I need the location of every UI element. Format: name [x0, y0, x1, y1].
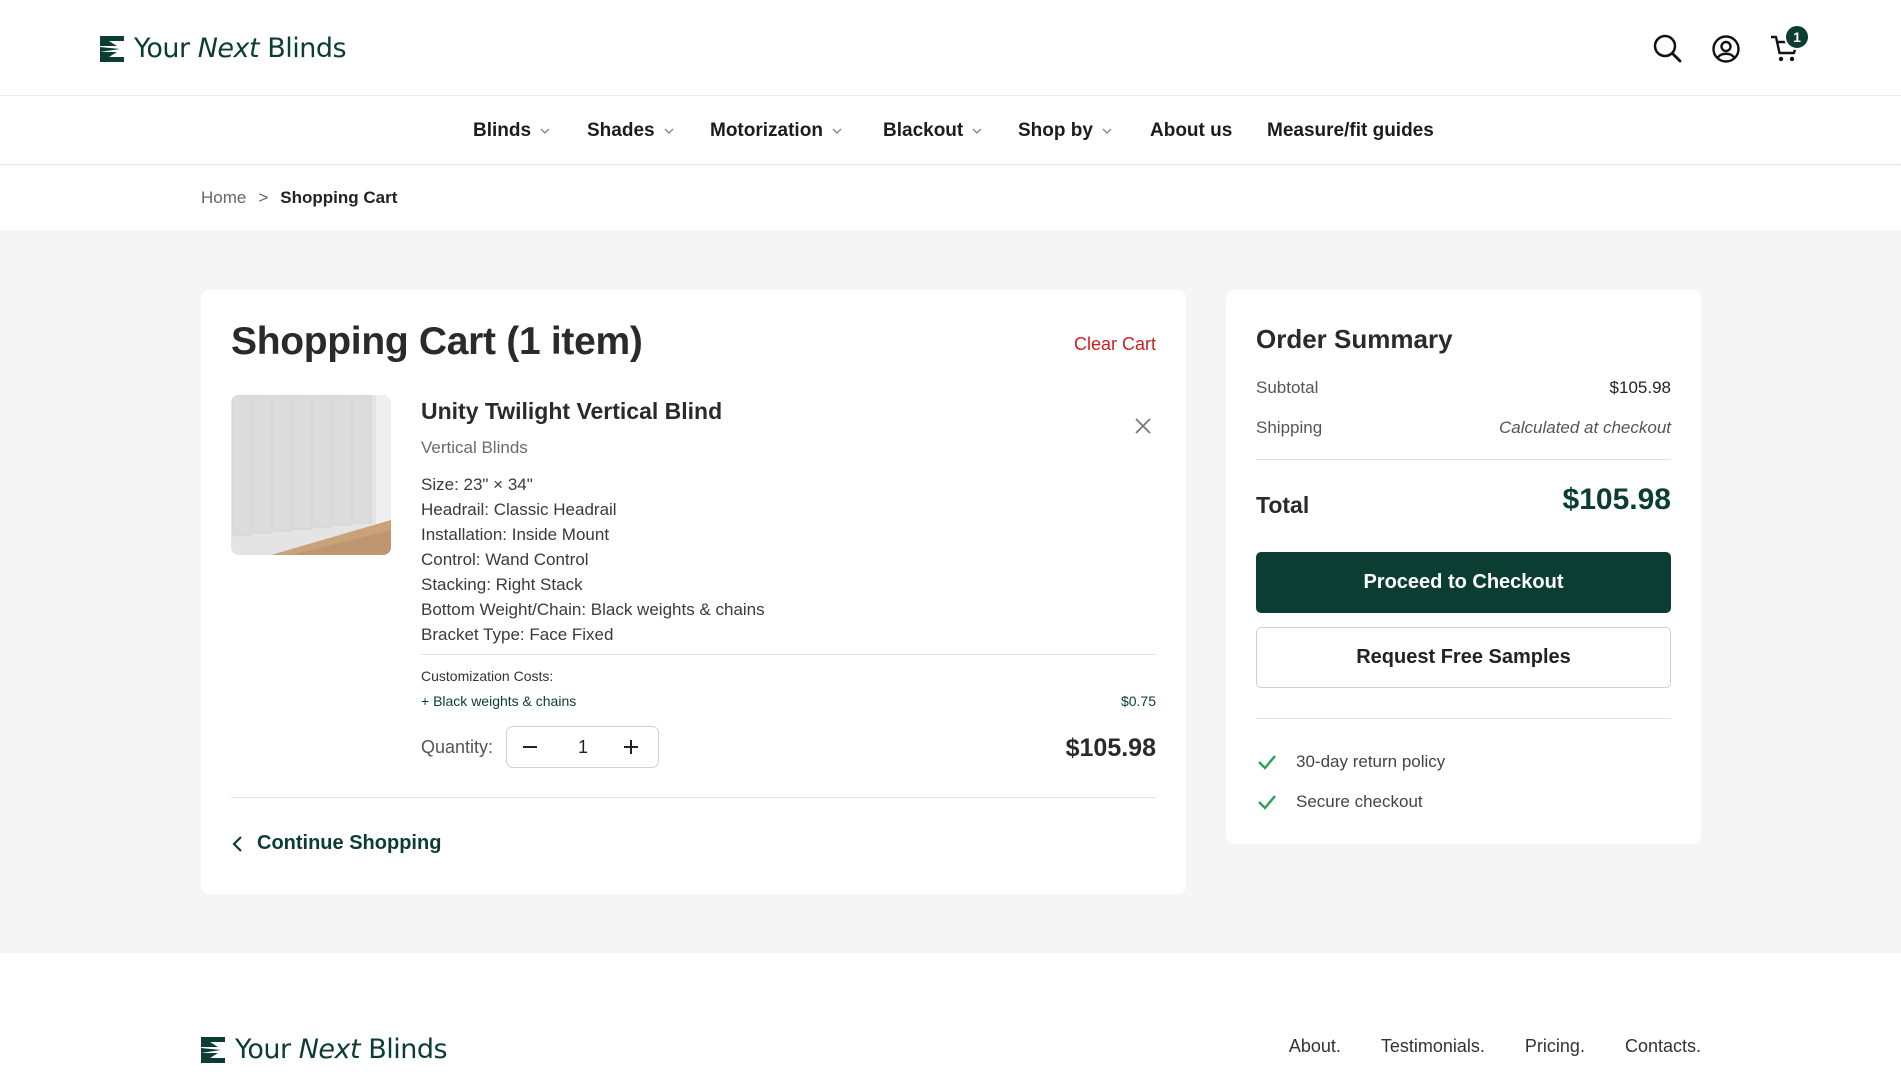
- nav-item-measure-fit-guides[interactable]: Measure/fit guides: [1267, 120, 1434, 142]
- cart-count-badge: 1: [1784, 24, 1810, 50]
- logo-mark-icon: [201, 1036, 225, 1063]
- spec-line: Size: 23" × 34": [421, 475, 533, 494]
- vertical-blind-thumbnail: [231, 395, 391, 555]
- customization-line: + Black weights & chains: [421, 693, 577, 709]
- site-header: Your Next Blinds 1: [0, 0, 1901, 96]
- nav-item-blackout[interactable]: Blackout: [883, 120, 983, 142]
- spec-line: Bottom Weight/Chain: Black weights & cha…: [421, 600, 765, 619]
- spec-line: Bracket Type: Face Fixed: [421, 625, 614, 644]
- shipping-value: Calculated at checkout: [1499, 418, 1671, 437]
- footer-link-testimonials[interactable]: Testimonials.: [1381, 1036, 1485, 1057]
- nav-item-motorization[interactable]: Motorization: [710, 120, 843, 142]
- line-item-total: $105.98: [1065, 734, 1156, 762]
- cart-panel: Shopping Cart (1 item) Clear Cart Unity …: [201, 290, 1186, 894]
- account-icon[interactable]: [1711, 34, 1741, 64]
- plus-icon[interactable]: [620, 736, 642, 758]
- nav-label: Blackout: [883, 120, 964, 141]
- footer-link-about[interactable]: About.: [1289, 1036, 1341, 1057]
- product-category: Vertical Blinds: [421, 438, 528, 457]
- quantity-stepper: [506, 726, 659, 768]
- nav-label: About us: [1150, 120, 1233, 141]
- nav-label: Measure/fit guides: [1267, 120, 1434, 141]
- chevron-down-icon: [1102, 128, 1112, 134]
- request-free-samples-button[interactable]: Request Free Samples: [1256, 627, 1671, 688]
- minus-icon[interactable]: [519, 736, 541, 758]
- chevron-down-icon: [540, 128, 550, 134]
- clear-cart-button[interactable]: Clear Cart: [1074, 334, 1156, 355]
- spec-line: Headrail: Classic Headrail: [421, 500, 617, 519]
- subtotal-value: $105.98: [1609, 378, 1671, 397]
- order-summary-panel: Order Summary Subtotal $105.98 Shipping …: [1226, 290, 1701, 844]
- customization-price: $0.75: [1120, 693, 1156, 709]
- brand-logo[interactable]: Your Next Blinds: [100, 33, 347, 64]
- shipping-row: Shipping Calculated at checkout: [1256, 418, 1671, 438]
- check-icon: [1258, 755, 1276, 770]
- total-value: $105.98: [1562, 483, 1671, 516]
- continue-shopping-link[interactable]: Continue Shopping: [231, 832, 441, 855]
- search-icon[interactable]: [1652, 33, 1682, 63]
- footer-links: About. Testimonials. Pricing. Contacts.: [1289, 1036, 1701, 1057]
- divider: [421, 654, 1156, 655]
- brand-name: Your Next Blinds: [235, 1034, 448, 1065]
- brand-name: Your Next Blinds: [134, 33, 347, 64]
- breadcrumb-current: Shopping Cart: [280, 188, 398, 207]
- perk-label: 30-day return policy: [1296, 752, 1446, 771]
- nav-label: Blinds: [473, 120, 532, 141]
- nav-label: Shades: [587, 120, 655, 141]
- total-label: Total: [1256, 492, 1310, 518]
- chevron-left-icon: [232, 835, 242, 852]
- divider: [1256, 459, 1671, 460]
- continue-shopping-label: Continue Shopping: [257, 832, 442, 854]
- order-summary-title: Order Summary: [1256, 324, 1453, 354]
- spec-line: Stacking: Right Stack: [421, 575, 583, 594]
- cart-title: Shopping Cart (1 item): [231, 320, 643, 363]
- remove-item-close-icon[interactable]: [1133, 416, 1153, 436]
- chevron-down-icon: [832, 128, 842, 134]
- perk-label: Secure checkout: [1296, 792, 1423, 811]
- subtotal-row: Subtotal $105.98: [1256, 378, 1671, 398]
- subtotal-label: Subtotal: [1256, 378, 1319, 397]
- quantity-input[interactable]: [559, 737, 607, 758]
- footer-brand-logo[interactable]: Your Next Blinds: [201, 1034, 448, 1065]
- footer-link-contacts[interactable]: Contacts.: [1625, 1036, 1701, 1057]
- spec-line: Control: Wand Control: [421, 550, 589, 569]
- proceed-to-checkout-button[interactable]: Proceed to Checkout: [1256, 552, 1671, 613]
- chevron-down-icon: [664, 128, 674, 134]
- quantity-label: Quantity:: [421, 737, 494, 757]
- divider: [231, 797, 1156, 798]
- product-specs: Size: 23" × 34" Headrail: Classic Headra…: [421, 472, 765, 647]
- shipping-label: Shipping: [1256, 418, 1323, 437]
- nav-item-blinds[interactable]: Blinds: [473, 120, 551, 142]
- divider: [1256, 718, 1671, 719]
- nav-item-shades[interactable]: Shades: [587, 120, 675, 142]
- chevron-down-icon: [972, 128, 982, 134]
- product-image[interactable]: [231, 395, 391, 555]
- check-icon: [1258, 795, 1276, 810]
- breadcrumb-home-link[interactable]: Home: [201, 188, 246, 208]
- perk-return-policy: 30-day return policy: [1256, 751, 1445, 773]
- nav-item-about-us[interactable]: About us: [1150, 120, 1232, 142]
- customization-title: Customization Costs:: [421, 668, 554, 684]
- nav-item-shop-by[interactable]: Shop by: [1018, 120, 1113, 142]
- footer-link-pricing[interactable]: Pricing.: [1525, 1036, 1585, 1057]
- product-name[interactable]: Unity Twilight Vertical Blind: [421, 398, 722, 425]
- spec-line: Installation: Inside Mount: [421, 525, 610, 544]
- main-nav: Blinds Shades Motorization Blackout Shop…: [0, 97, 1901, 165]
- breadcrumb: Home > Shopping Cart: [201, 188, 397, 208]
- nav-label: Shop by: [1018, 120, 1093, 141]
- breadcrumb-separator: >: [258, 188, 269, 207]
- nav-label: Motorization: [710, 120, 823, 141]
- logo-mark-icon: [100, 35, 124, 62]
- perk-secure-checkout: Secure checkout: [1256, 791, 1423, 813]
